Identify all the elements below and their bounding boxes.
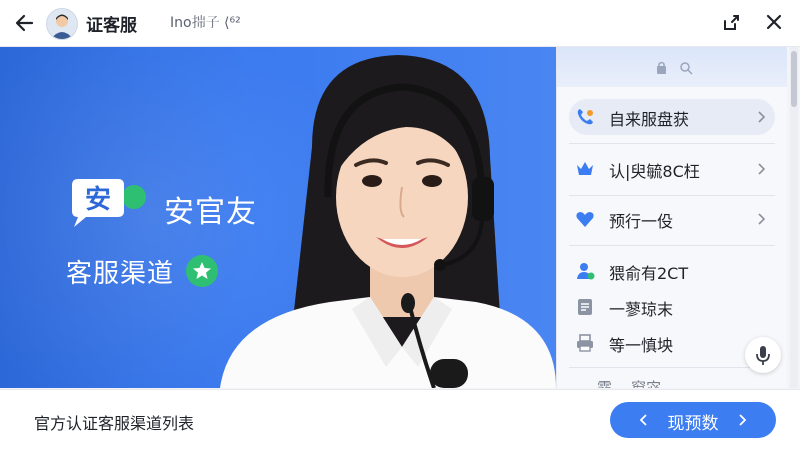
top-bar: 证客服 Ino𢭍子 ⟨⁶² <box>0 0 800 47</box>
panel-header-icons <box>657 61 693 75</box>
star-badge <box>186 255 218 287</box>
page-subtitle: Ino𢭍子 ⟨⁶² <box>170 15 241 31</box>
brand-logo: 安 <box>66 177 150 231</box>
menu-item-3[interactable]: 猥俞有2CT <box>569 253 775 289</box>
back-arrow-icon[interactable] <box>12 10 38 36</box>
menu-item-4[interactable]: 一蓼琼末 <box>569 289 775 325</box>
primary-button-label: 现预数 <box>667 414 719 434</box>
channel-label: 客服渠道 <box>66 259 175 289</box>
print-icon <box>577 334 593 352</box>
list-title: 官方认证客服渠道列表 <box>34 414 195 433</box>
star-icon <box>193 262 211 279</box>
chevron-right-icon <box>739 414 746 426</box>
menu-item-0[interactable]: 自来服盘获 <box>569 99 775 135</box>
divider <box>569 245 775 246</box>
microphone-icon <box>756 346 770 365</box>
menu-item-label: 认|臾毓8C枉 <box>609 162 700 181</box>
user-search-icon <box>680 62 693 75</box>
scrollbar[interactable] <box>790 47 798 388</box>
logo-glyph: 安 <box>85 185 111 215</box>
close-icon[interactable] <box>764 12 784 32</box>
share-icon[interactable] <box>720 12 742 34</box>
menu-item-label: 自来服盘获 <box>609 110 690 129</box>
service-menu-panel: 自来服盘获 认|臾毓8C枉 预行一伇 猥俞有2CT 一蓼琼末 等一慎坱 霧...… <box>556 47 787 388</box>
crown-icon <box>577 162 593 175</box>
hero-banner: 安 安官友 客服渠道 <box>0 47 556 388</box>
divider <box>569 195 775 196</box>
phone-icon <box>577 109 593 125</box>
scrollbar-thumb[interactable] <box>791 51 797 107</box>
menu-item-1[interactable]: 认|臾毓8C枉 <box>569 151 775 187</box>
menu-item-partial[interactable]: 霧... 窗宓 <box>597 377 661 388</box>
heart-icon <box>576 212 594 227</box>
document-icon <box>578 299 592 315</box>
chat-bubble-logo-icon: 安 <box>72 179 146 227</box>
voice-input-button[interactable] <box>745 337 781 373</box>
chevron-right-icon <box>758 111 765 123</box>
panel-header <box>557 47 787 87</box>
avatar-icon <box>51 14 73 39</box>
bottom-bar: 官方认证客服渠道列表 现预数 <box>0 389 800 451</box>
primary-action-button[interactable]: 现预数 <box>610 402 776 438</box>
lock-icon <box>657 61 666 74</box>
menu-item-label: 一蓼琼末 <box>609 300 674 319</box>
menu-item-label: 预行一伇 <box>609 212 674 231</box>
divider <box>569 143 775 144</box>
user-check-icon <box>577 263 595 280</box>
page-title: 证客服 <box>86 16 137 36</box>
avatar[interactable] <box>46 8 78 40</box>
chevron-right-icon <box>758 163 765 175</box>
menu-item-label: 等一慎坱 <box>609 336 674 355</box>
agent-photo <box>220 55 556 388</box>
chevron-right-icon <box>758 213 765 225</box>
menu-item-label: 猥俞有2CT <box>609 264 689 283</box>
menu-item-2[interactable]: 预行一伇 <box>569 201 775 237</box>
